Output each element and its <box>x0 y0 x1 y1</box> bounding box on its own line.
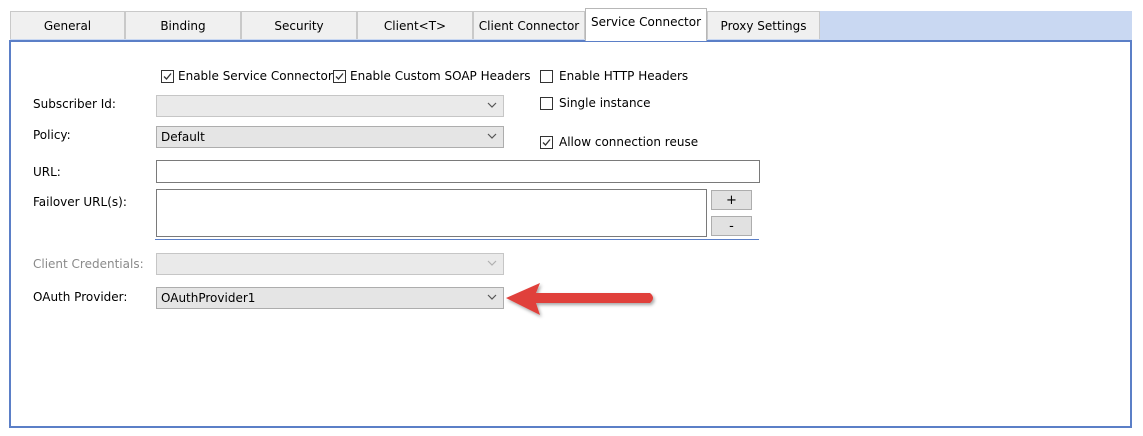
tab-general[interactable]: General <box>10 11 125 39</box>
plus-icon: + <box>726 192 737 208</box>
enable-http-headers-label: Enable HTTP Headers <box>559 69 689 83</box>
url-label: URL: <box>33 165 61 179</box>
enable-http-headers-checkbox[interactable] <box>540 70 553 83</box>
policy-value: Default <box>161 130 205 144</box>
policy-label: Policy: <box>33 128 71 142</box>
url-input[interactable] <box>156 160 760 183</box>
subscriber-id-label: Subscriber Id: <box>33 97 116 111</box>
tab-label: General <box>43 18 92 33</box>
tab-security[interactable]: Security <box>241 11 357 39</box>
enable-custom-soap-headers-checkbox[interactable] <box>333 70 346 83</box>
enable-custom-soap-headers-label: Enable Custom SOAP Headers <box>350 69 531 83</box>
tab-client-t[interactable]: Client<T> <box>357 11 473 39</box>
chevron-down-icon <box>487 260 497 266</box>
enable-service-connector-label: Enable Service Connector <box>178 69 333 83</box>
single-instance-checkbox[interactable] <box>540 97 553 110</box>
single-instance-label: Single instance <box>559 96 651 110</box>
tab-label: Proxy Settings <box>720 18 807 33</box>
chevron-down-icon <box>487 294 497 300</box>
tab-label: Binding <box>160 18 206 33</box>
add-failover-url-button[interactable]: + <box>711 190 752 210</box>
tab-proxy-settings[interactable]: Proxy Settings <box>707 11 820 39</box>
subscriber-id-dropdown[interactable] <box>156 95 504 117</box>
failover-urls-label: Failover URL(s): <box>33 195 127 209</box>
checkmark-icon <box>542 139 551 146</box>
oauth-provider-dropdown[interactable]: OAuthProvider1 <box>156 287 504 309</box>
tab-binding[interactable]: Binding <box>125 11 241 39</box>
tab-service-connector[interactable]: Service Connector <box>585 8 707 41</box>
service-connector-panel: Enable Service Connector Enable Custom S… <box>9 40 1132 428</box>
client-credentials-dropdown[interactable] <box>156 253 504 275</box>
tab-label: Security <box>274 18 324 33</box>
allow-connection-reuse-label: Allow connection reuse <box>559 135 699 149</box>
tab-label: Client Connector <box>478 18 580 33</box>
client-credentials-label: Client Credentials: <box>33 257 144 271</box>
tab-label: Client<T> <box>383 18 447 33</box>
minus-icon: - <box>729 218 734 234</box>
policy-dropdown[interactable]: Default <box>156 126 504 148</box>
checkmark-icon <box>335 73 344 80</box>
oauth-provider-label: OAuth Provider: <box>33 290 128 304</box>
tab-label: Service Connector <box>590 15 702 29</box>
chevron-down-icon <box>487 133 497 139</box>
chevron-down-icon <box>487 102 497 108</box>
oauth-provider-value: OAuthProvider1 <box>161 291 256 305</box>
enable-service-connector-checkbox[interactable] <box>161 70 174 83</box>
tab-client-connector[interactable]: Client Connector <box>473 11 585 39</box>
remove-failover-url-button[interactable]: - <box>711 216 752 236</box>
allow-connection-reuse-checkbox[interactable] <box>540 136 553 149</box>
failover-urls-list[interactable] <box>156 189 707 237</box>
checkmark-icon <box>163 73 172 80</box>
separator-line <box>155 239 759 240</box>
annotation-arrow-icon <box>506 283 653 315</box>
